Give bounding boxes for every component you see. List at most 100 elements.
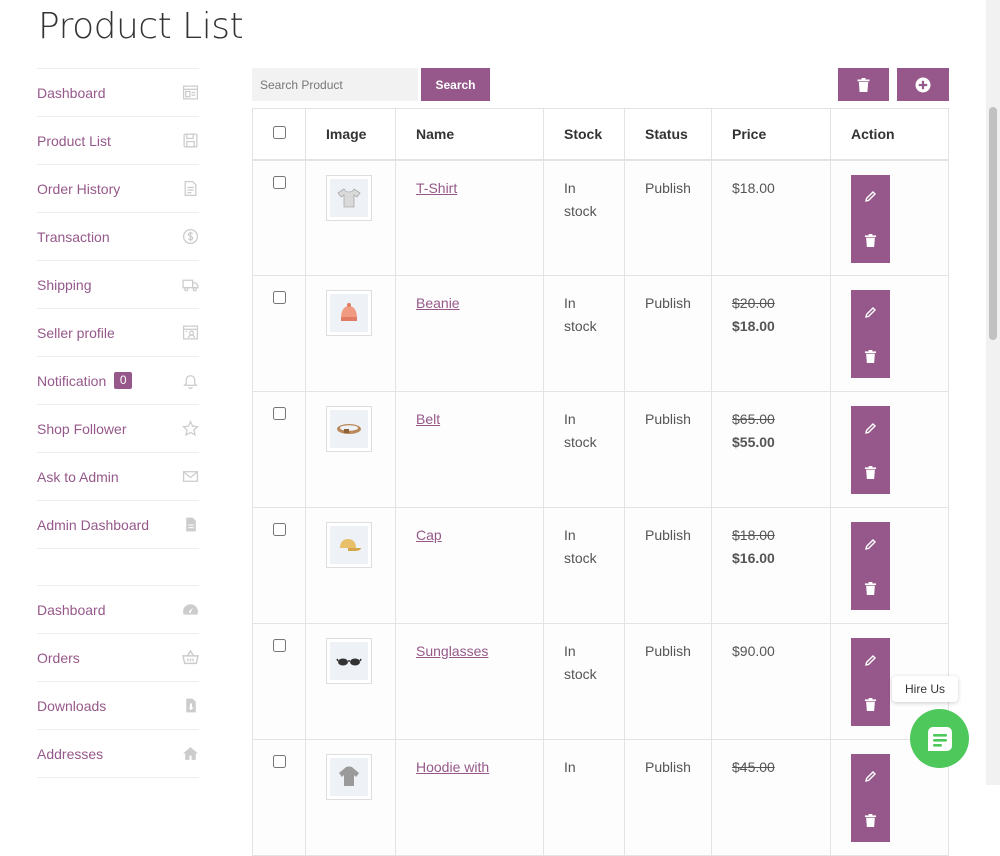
notification-count-badge: 0: [114, 372, 133, 389]
status-cell: Publish: [624, 739, 712, 856]
thumbnail-bg: [330, 178, 368, 217]
sidebar-item-product-list[interactable]: Product List: [37, 117, 199, 165]
beanie-image[interactable]: [326, 290, 372, 336]
column-header-name: Name: [395, 108, 544, 161]
delete-button[interactable]: [864, 465, 877, 479]
action-cell: [830, 275, 949, 392]
edit-button[interactable]: [864, 538, 877, 551]
row-checkbox[interactable]: [272, 523, 286, 536]
sidebar-item-transaction[interactable]: Transaction: [37, 213, 199, 261]
hoodie-icon: [339, 766, 359, 786]
row-select-cell: [252, 275, 306, 392]
search-product-input[interactable]: [252, 68, 418, 101]
product-table: Image Name Stock Status Price Action T-S…: [252, 108, 949, 856]
sidebar-item-downloads[interactable]: Downloads: [37, 682, 199, 730]
table-header-row: Image Name Stock Status Price Action: [252, 108, 949, 161]
delete-selected-button[interactable]: [838, 68, 889, 101]
sunglasses-image[interactable]: [326, 638, 372, 684]
price-cell: $18.00: [711, 159, 831, 276]
status-cell: Publish: [624, 159, 712, 276]
column-header-price: Price: [711, 108, 831, 161]
row-checkbox[interactable]: [272, 175, 286, 189]
chat-button[interactable]: [910, 709, 969, 768]
envelope-icon: [181, 468, 199, 486]
sidebar-item-dashboard[interactable]: Dashboard: [37, 69, 199, 117]
edit-button[interactable]: [864, 770, 877, 783]
belt-icon: [337, 424, 361, 434]
product-name-link[interactable]: T-Shirt: [416, 180, 457, 196]
delete-button[interactable]: [864, 349, 877, 363]
trash-icon: [864, 234, 877, 247]
product-image-cell: [305, 275, 396, 392]
add-product-button[interactable]: [897, 68, 949, 101]
sidebar-item-seller-profile[interactable]: Seller profile: [37, 309, 199, 357]
scrollbar-thumb[interactable]: [989, 107, 997, 340]
delete-button[interactable]: [864, 234, 877, 247]
sidebar-item-admin-dashboard[interactable]: Admin Dashboard: [37, 501, 199, 549]
select-all-checkbox[interactable]: [272, 125, 286, 139]
select-all-cell: [252, 108, 306, 161]
product-name-cell: Hoodie with: [395, 739, 544, 856]
sidebar-item-addresses[interactable]: Addresses: [37, 730, 199, 778]
product-name-link[interactable]: Cap: [416, 527, 442, 543]
edit-button[interactable]: [864, 190, 877, 203]
price-sale: $55.00: [732, 434, 775, 450]
cap-image[interactable]: [326, 522, 372, 568]
sidebar-item-orders[interactable]: Orders: [37, 634, 199, 682]
sidebar-item-shop-follower[interactable]: Shop Follower: [37, 405, 199, 453]
product-name-link[interactable]: Beanie: [416, 295, 460, 311]
sidebar-item-label: Shop Follower: [37, 420, 127, 437]
hoodie-image[interactable]: [326, 754, 372, 800]
belt-image[interactable]: [326, 406, 372, 452]
row-checkbox[interactable]: [272, 291, 286, 304]
column-header-status: Status: [624, 108, 712, 161]
product-image-cell: [305, 159, 396, 276]
sidebar-item-shipping[interactable]: Shipping: [37, 261, 199, 309]
price-cell: $65.00 $55.00: [711, 391, 831, 508]
sidebar-account-nav: Dashboard Orders Downloads Addresses: [37, 585, 199, 778]
delete-button[interactable]: [864, 813, 877, 827]
sidebar-item-order-history[interactable]: Order History: [37, 165, 199, 213]
delete-button[interactable]: [864, 697, 877, 711]
edit-button[interactable]: [864, 422, 877, 435]
stock-cell: In: [543, 739, 625, 856]
product-name-link[interactable]: Hoodie with: [416, 759, 489, 775]
sidebar-item-label: Ask to Admin: [37, 468, 119, 485]
sidebar-item-notification[interactable]: Notification 0: [37, 357, 199, 405]
price-sale: $16.00: [732, 550, 775, 566]
product-image-cell: [305, 507, 396, 624]
table-row: Belt In stock Publish $65.00 $55.00: [252, 391, 949, 508]
tshirt-image[interactable]: [326, 174, 372, 221]
sidebar-item-label: Dashboard: [37, 601, 106, 618]
column-header-action: Action: [830, 108, 949, 161]
page-scrollbar[interactable]: [986, 0, 1000, 785]
file-icon: [181, 516, 199, 534]
edit-button[interactable]: [864, 654, 877, 667]
sidebar-item-label-wrap: Notification 0: [37, 372, 133, 389]
price-cell: $45.00: [711, 739, 831, 856]
sidebar-item-label: Downloads: [37, 697, 107, 714]
hire-us-tooltip[interactable]: Hire Us: [892, 676, 958, 702]
action-cell: [830, 391, 949, 508]
sidebar-item-label: Order History: [37, 180, 121, 197]
action-buttons: [851, 754, 890, 842]
row-checkbox[interactable]: [272, 755, 286, 768]
plus-circle-icon: [915, 77, 931, 93]
pencil-icon: [865, 538, 876, 550]
search-button[interactable]: Search: [421, 68, 490, 101]
row-checkbox[interactable]: [272, 407, 286, 420]
product-name-link[interactable]: Sunglasses: [416, 643, 488, 659]
price-current: $90.00: [732, 643, 775, 659]
sidebar-item-account-dashboard[interactable]: Dashboard: [37, 586, 199, 634]
action-buttons: [851, 406, 890, 494]
row-checkbox[interactable]: [272, 639, 286, 652]
sidebar-item-ask-to-admin[interactable]: Ask to Admin: [37, 453, 199, 501]
beanie-icon: [341, 303, 357, 321]
bell-icon: [181, 372, 199, 390]
edit-button[interactable]: [864, 306, 877, 319]
delete-button[interactable]: [864, 581, 877, 595]
table-row: Beanie In stock Publish $20.00 $18.00: [252, 275, 949, 392]
pencil-icon: [865, 306, 876, 318]
stock-cell: In stock: [543, 275, 625, 392]
product-name-link[interactable]: Belt: [416, 411, 440, 427]
